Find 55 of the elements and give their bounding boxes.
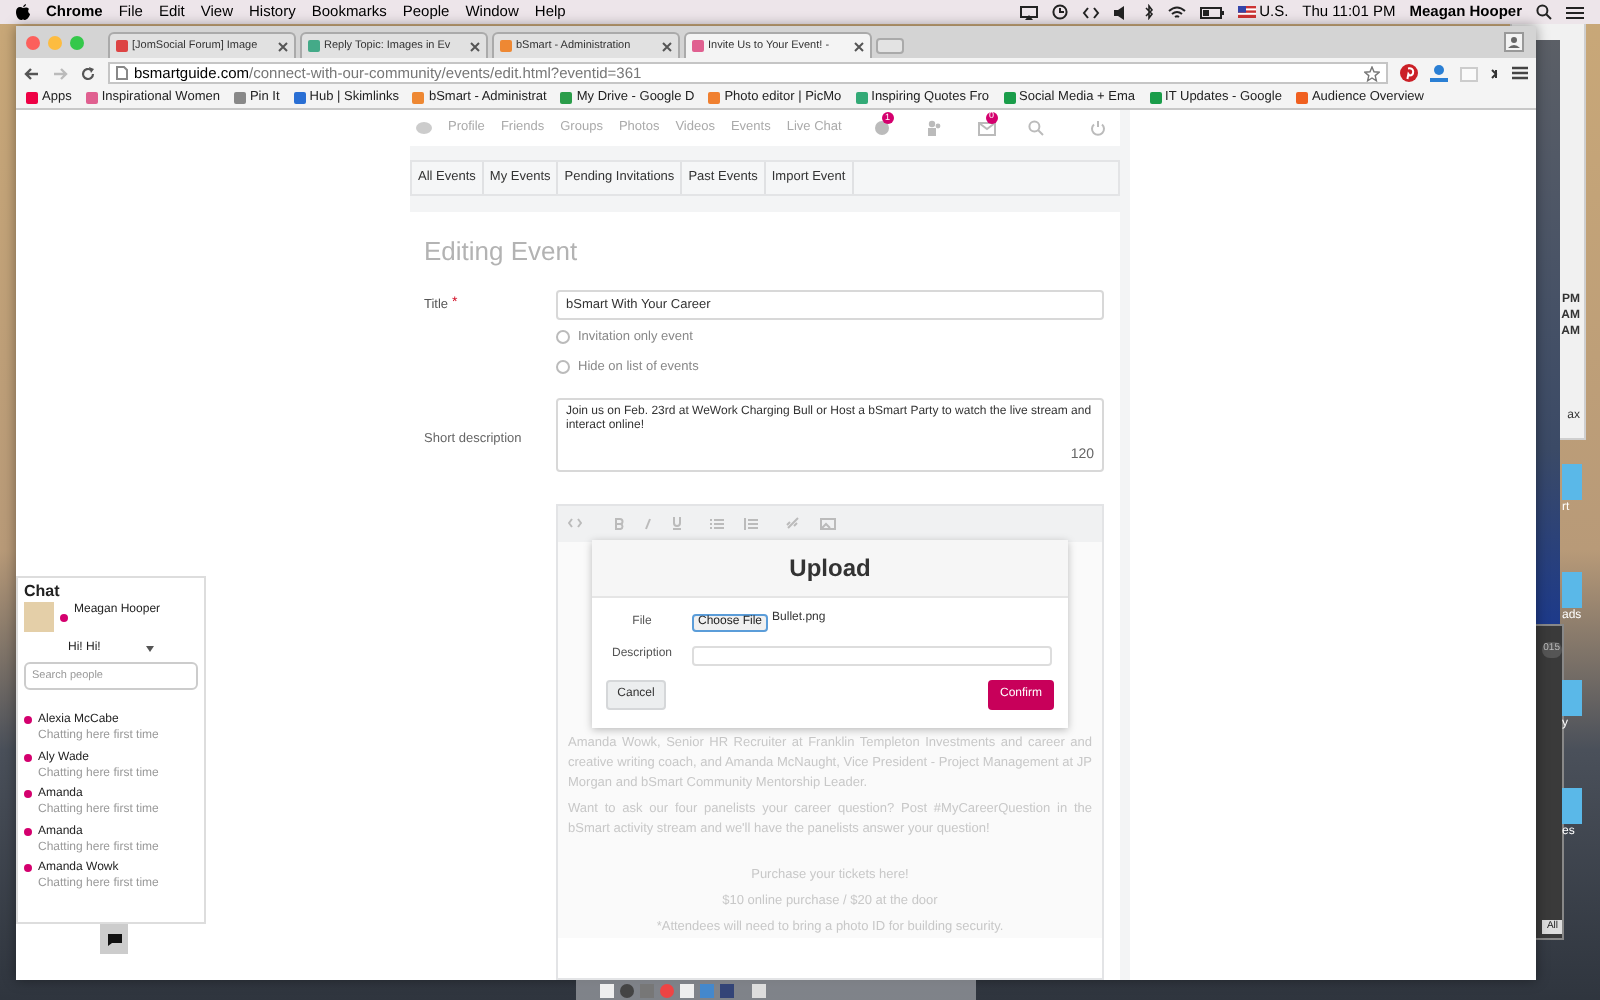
favicon-icon (708, 92, 721, 104)
mail-icon[interactable] (977, 121, 996, 135)
menu-icon[interactable] (1512, 66, 1528, 80)
close-icon[interactable] (662, 41, 672, 51)
wifi-icon[interactable] (1167, 5, 1186, 19)
search-icon[interactable] (1536, 4, 1552, 20)
favicon-icon (1295, 92, 1308, 104)
chat-title: Chat (24, 582, 62, 602)
chat-toggle-button[interactable] (100, 924, 128, 954)
star-icon[interactable] (1364, 65, 1380, 81)
folder-icon (1562, 680, 1582, 716)
favicon-icon (1149, 92, 1162, 104)
download-icon[interactable] (1430, 64, 1448, 82)
volume-icon[interactable] (1113, 5, 1130, 19)
chevron-icon[interactable] (1490, 67, 1500, 79)
favicon-icon (116, 40, 128, 52)
folder-icon (1562, 464, 1582, 500)
favicon-icon (560, 92, 573, 104)
close-icon[interactable] (854, 41, 864, 51)
page-heading: Editing Event (424, 236, 580, 268)
profile-icon[interactable] (1504, 32, 1524, 52)
favicon-icon (293, 92, 306, 104)
back-icon[interactable] (24, 65, 40, 81)
bluetooth-icon[interactable] (1143, 4, 1154, 20)
avatar-placeholder (24, 602, 54, 632)
page-icon (116, 66, 128, 80)
folder-icon (1562, 572, 1582, 608)
favicon-icon (26, 92, 38, 104)
favicon-icon (855, 92, 868, 104)
battery-icon[interactable] (1199, 5, 1224, 19)
apple-logo-icon[interactable] (16, 4, 30, 20)
checkbox[interactable] (556, 360, 570, 375)
dialog-title: Upload (789, 551, 871, 585)
checkbox[interactable] (556, 330, 570, 345)
flag-icon[interactable] (1237, 6, 1256, 18)
globe-icon[interactable] (873, 120, 890, 136)
folder-icon (1562, 788, 1582, 824)
caret-icon (146, 645, 154, 651)
favicon-icon (1003, 92, 1016, 104)
clock-icon[interactable] (1051, 4, 1068, 20)
chat-bubble-icon (107, 933, 121, 945)
favicon-icon (85, 92, 98, 104)
pinterest-icon[interactable] (1400, 64, 1418, 82)
code-icon[interactable] (1081, 5, 1100, 19)
favicon-icon (233, 92, 246, 104)
close-icon[interactable] (470, 41, 480, 51)
favicon-icon (500, 40, 512, 52)
reload-icon[interactable] (80, 65, 96, 81)
favicon-icon (412, 92, 425, 104)
airplay-icon[interactable] (1019, 5, 1038, 19)
favicon-icon (308, 40, 320, 52)
description-input[interactable] (692, 645, 1052, 665)
close-icon[interactable] (278, 41, 288, 51)
list-icon[interactable] (1566, 5, 1584, 19)
favicon-icon (692, 40, 704, 52)
